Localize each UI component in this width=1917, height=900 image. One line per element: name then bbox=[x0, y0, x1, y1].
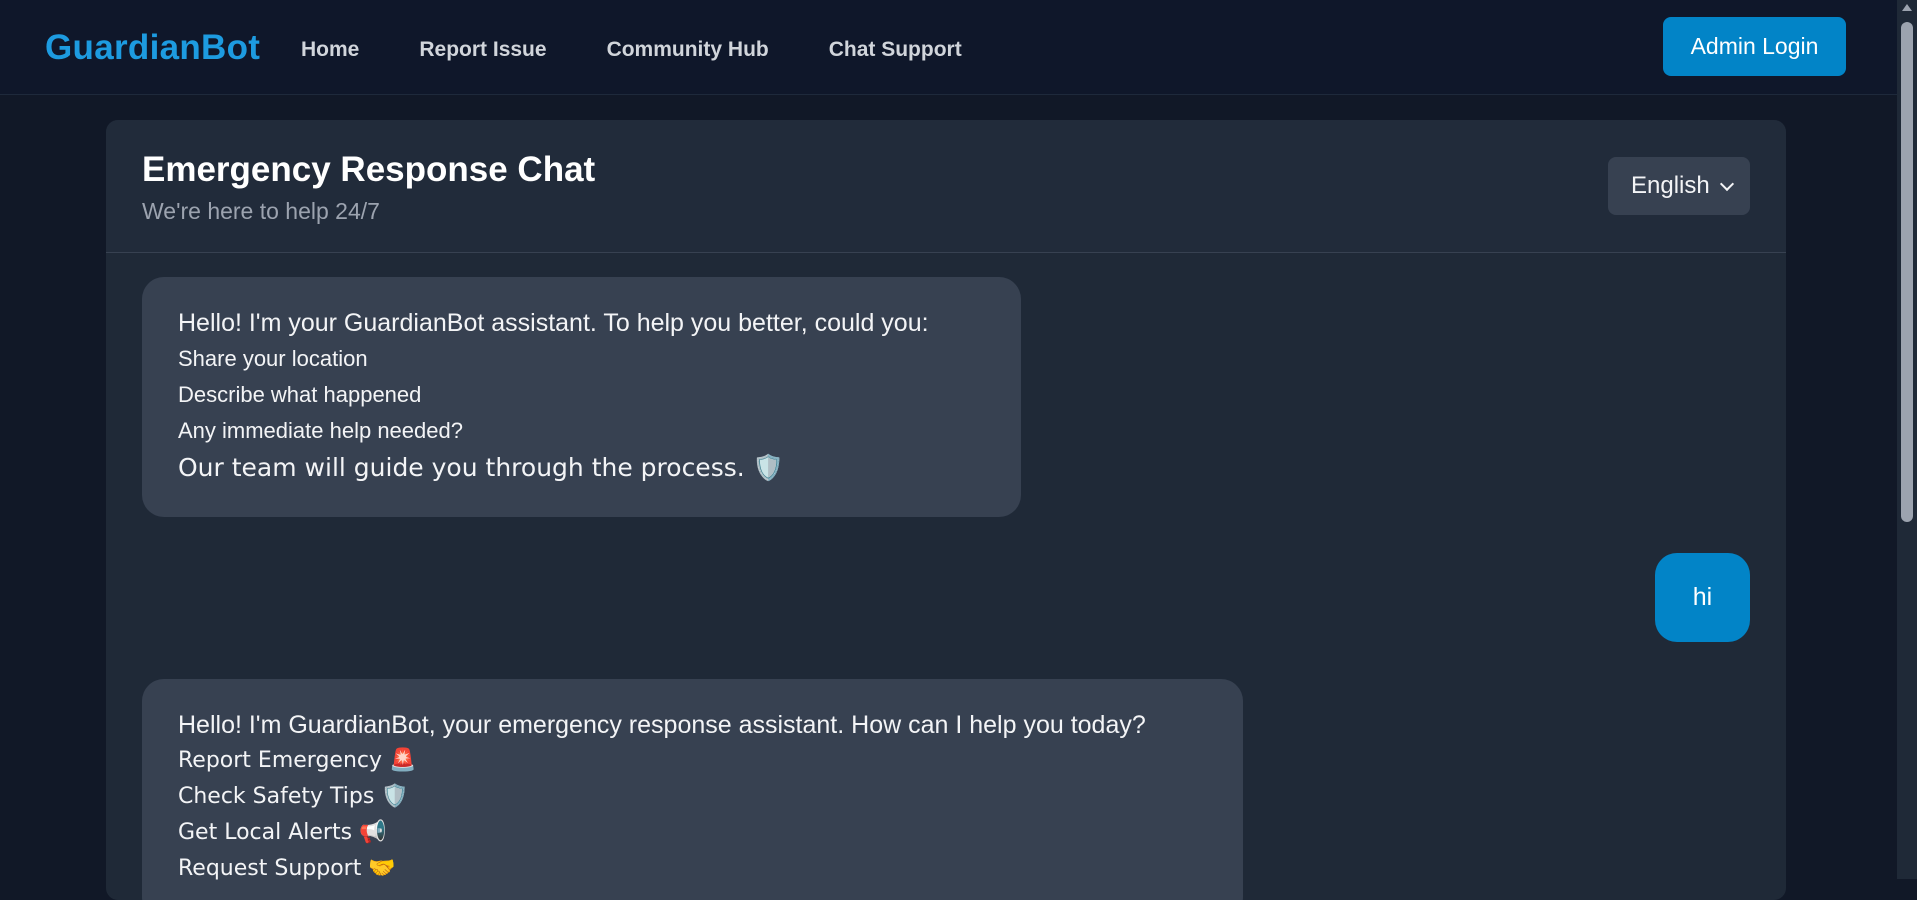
message-outro: Our team will guide you through the proc… bbox=[178, 453, 784, 482]
message-option: Any immediate help needed? bbox=[178, 418, 463, 443]
message-intro: Hello! I'm your GuardianBot assistant. T… bbox=[178, 309, 929, 337]
chat-header: Emergency Response Chat We're here to he… bbox=[106, 120, 1786, 253]
brand-logo[interactable]: GuardianBot bbox=[45, 28, 260, 68]
message-option: Share your location bbox=[178, 346, 368, 371]
scroll-up-icon[interactable] bbox=[1902, 4, 1912, 11]
scrollbar-thumb[interactable] bbox=[1901, 22, 1913, 522]
language-select[interactable]: English bbox=[1608, 157, 1750, 215]
chevron-down-icon bbox=[1719, 176, 1735, 192]
nav-link-report-issue[interactable]: Report Issue bbox=[419, 38, 546, 62]
message-option: Check Safety Tips 🛡️ bbox=[178, 784, 409, 809]
message-option: Report Emergency 🚨 bbox=[178, 748, 417, 773]
admin-login-button[interactable]: Admin Login bbox=[1663, 17, 1846, 76]
chat-panel: Emergency Response Chat We're here to he… bbox=[106, 120, 1786, 900]
top-navbar: GuardianBot Home Report Issue Community … bbox=[0, 0, 1897, 95]
page-scrollbar[interactable] bbox=[1897, 0, 1917, 879]
nav-link-community-hub[interactable]: Community Hub bbox=[607, 38, 769, 62]
language-select-value: English bbox=[1631, 172, 1710, 199]
user-message: hi bbox=[1655, 553, 1750, 642]
bot-message: Hello! I'm your GuardianBot assistant. T… bbox=[142, 277, 1021, 517]
nav-link-chat-support[interactable]: Chat Support bbox=[829, 38, 962, 62]
message-option: Request Support 🤝 bbox=[178, 856, 396, 881]
message-option: Describe what happened bbox=[178, 382, 422, 407]
nav-link-home[interactable]: Home bbox=[301, 38, 359, 62]
chat-title: Emergency Response Chat bbox=[142, 150, 596, 189]
chat-subtitle: We're here to help 24/7 bbox=[142, 198, 380, 224]
message-intro: Hello! I'm GuardianBot, your emergency r… bbox=[178, 711, 1146, 739]
bot-message: Hello! I'm GuardianBot, your emergency r… bbox=[142, 679, 1243, 900]
message-option: Get Local Alerts 📢 bbox=[178, 820, 387, 845]
nav-links: Home Report Issue Community Hub Chat Sup… bbox=[301, 38, 1022, 62]
